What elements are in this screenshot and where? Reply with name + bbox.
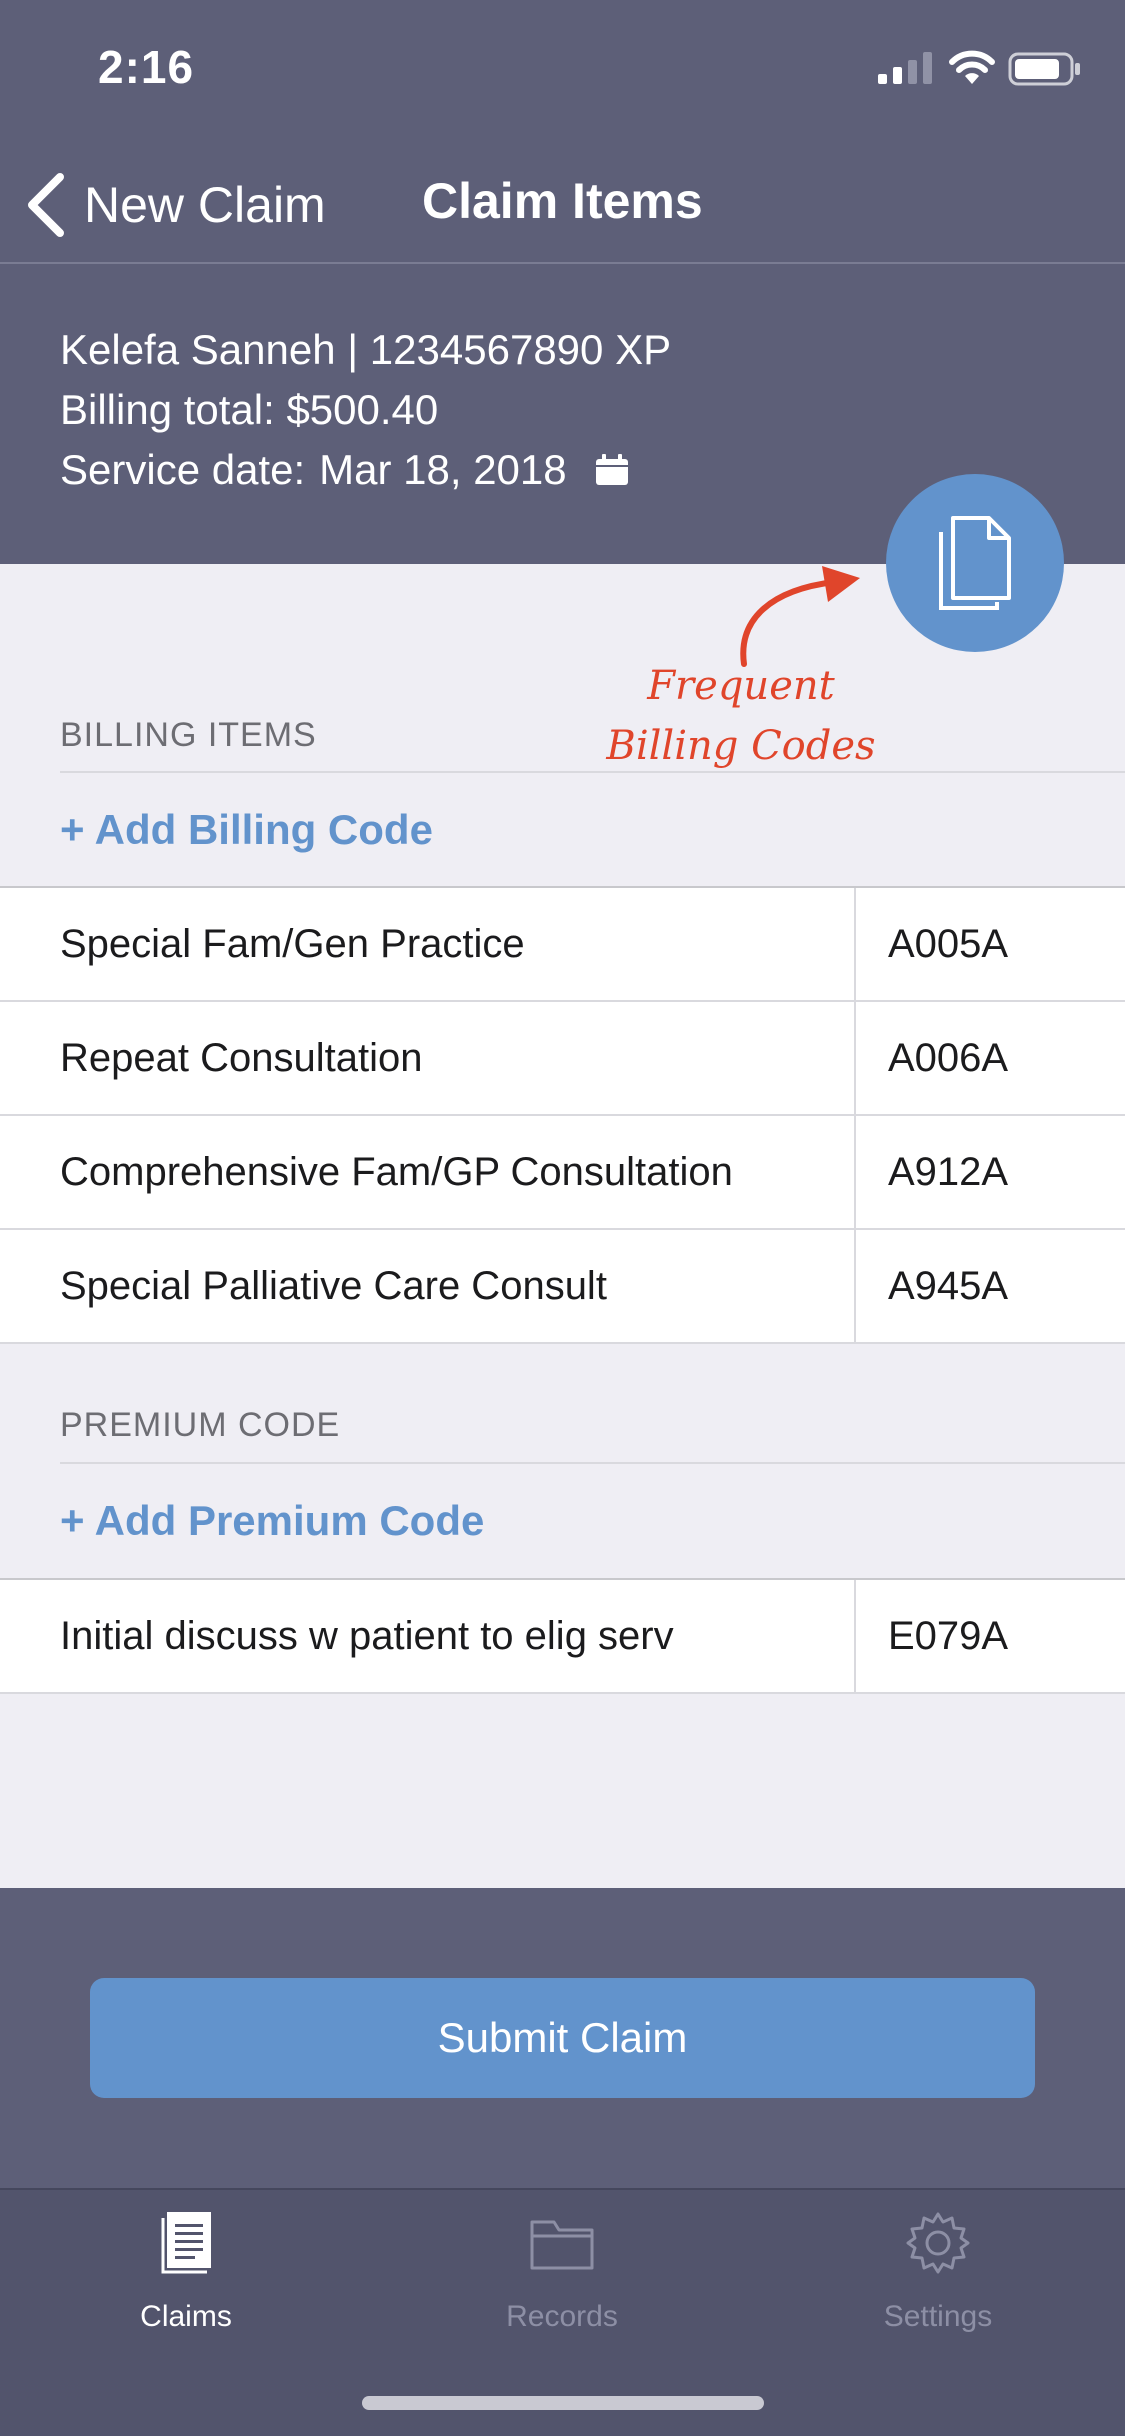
list-item[interactable]: Initial discuss w patient to elig serv E… xyxy=(0,1580,1125,1694)
add-billing-code-link[interactable]: + Add Billing Code xyxy=(60,806,433,854)
tab-settings[interactable]: Settings xyxy=(808,2210,1068,2334)
list-item[interactable]: Special Palliative Care Consult A945A xyxy=(0,1230,1125,1344)
billing-total: Billing total: $500.40 xyxy=(60,386,439,433)
item-code: E079A xyxy=(888,1613,1009,1658)
chevron-left-icon xyxy=(28,173,64,237)
tab-label: Records xyxy=(506,2300,618,2333)
signal-icon xyxy=(878,52,932,84)
item-name: Repeat Consultation xyxy=(0,1002,856,1114)
item-code: A945A xyxy=(888,1263,1009,1308)
item-name: Initial discuss w patient to elig serv xyxy=(0,1580,856,1692)
status-time: 2:16 xyxy=(98,41,195,93)
premium-code-header: PREMIUM CODE xyxy=(60,1406,341,1444)
service-date-label: Service date: xyxy=(60,446,306,493)
section-divider xyxy=(60,1462,1125,1464)
battery-icon xyxy=(1008,52,1080,86)
tab-claims[interactable]: Claims xyxy=(56,2210,316,2334)
annotation-line-1: Frequent xyxy=(647,663,835,709)
premium-codes-list: Initial discuss w patient to elig serv E… xyxy=(0,1578,1125,1694)
wifi-icon xyxy=(949,50,995,84)
item-code: A006A xyxy=(888,1035,1009,1080)
add-premium-code-link[interactable]: + Add Premium Code xyxy=(60,1497,484,1545)
billing-items-list: Special Fam/Gen Practice A005A Repeat Co… xyxy=(0,886,1125,1344)
service-date-row: Service date: Mar 18, 2018 xyxy=(60,440,671,500)
gear-icon xyxy=(906,2212,970,2274)
folder-icon xyxy=(530,2220,594,2270)
patient-line: Kelefa Sanneh | 1234567890 XP xyxy=(60,326,672,373)
patient-info: Kelefa Sanneh | 1234567890 XP Billing to… xyxy=(60,320,671,500)
navigation-bar: New Claim Claim Items xyxy=(0,150,1125,264)
back-button[interactable]: New Claim xyxy=(26,170,326,240)
item-name: Special Palliative Care Consult xyxy=(0,1230,856,1342)
annotation-arrow-icon xyxy=(740,566,860,667)
item-name: Comprehensive Fam/GP Consultation xyxy=(0,1116,856,1228)
list-item[interactable]: Special Fam/Gen Practice A005A xyxy=(0,888,1125,1002)
list-item[interactable]: Comprehensive Fam/GP Consultation A912A xyxy=(0,1116,1125,1230)
document-list-icon xyxy=(161,2212,211,2274)
submit-claim-button[interactable]: Submit Claim xyxy=(90,1978,1035,2098)
billing-items-header: BILLING ITEMS xyxy=(60,716,317,754)
calendar-icon[interactable] xyxy=(595,454,629,486)
back-label: New Claim xyxy=(84,177,326,233)
section-divider xyxy=(60,771,1125,773)
home-indicator xyxy=(362,2396,764,2410)
annotation-text: Frequent Billing Codes xyxy=(596,656,886,776)
item-code: A912A xyxy=(888,1149,1009,1194)
service-date-value[interactable]: Mar 18, 2018 xyxy=(319,440,567,500)
item-name: Special Fam/Gen Practice xyxy=(0,888,856,1000)
tab-label: Claims xyxy=(140,2300,232,2333)
list-item[interactable]: Repeat Consultation A006A xyxy=(0,1002,1125,1116)
item-code: A005A xyxy=(888,921,1009,966)
copy-documents-icon xyxy=(939,516,1011,610)
frequent-codes-button[interactable] xyxy=(886,474,1064,652)
annotation-line-2: Billing Codes xyxy=(606,723,876,769)
tab-records[interactable]: Records xyxy=(432,2210,692,2334)
page-title: Claim Items xyxy=(422,173,703,229)
tab-label: Settings xyxy=(883,2300,993,2333)
